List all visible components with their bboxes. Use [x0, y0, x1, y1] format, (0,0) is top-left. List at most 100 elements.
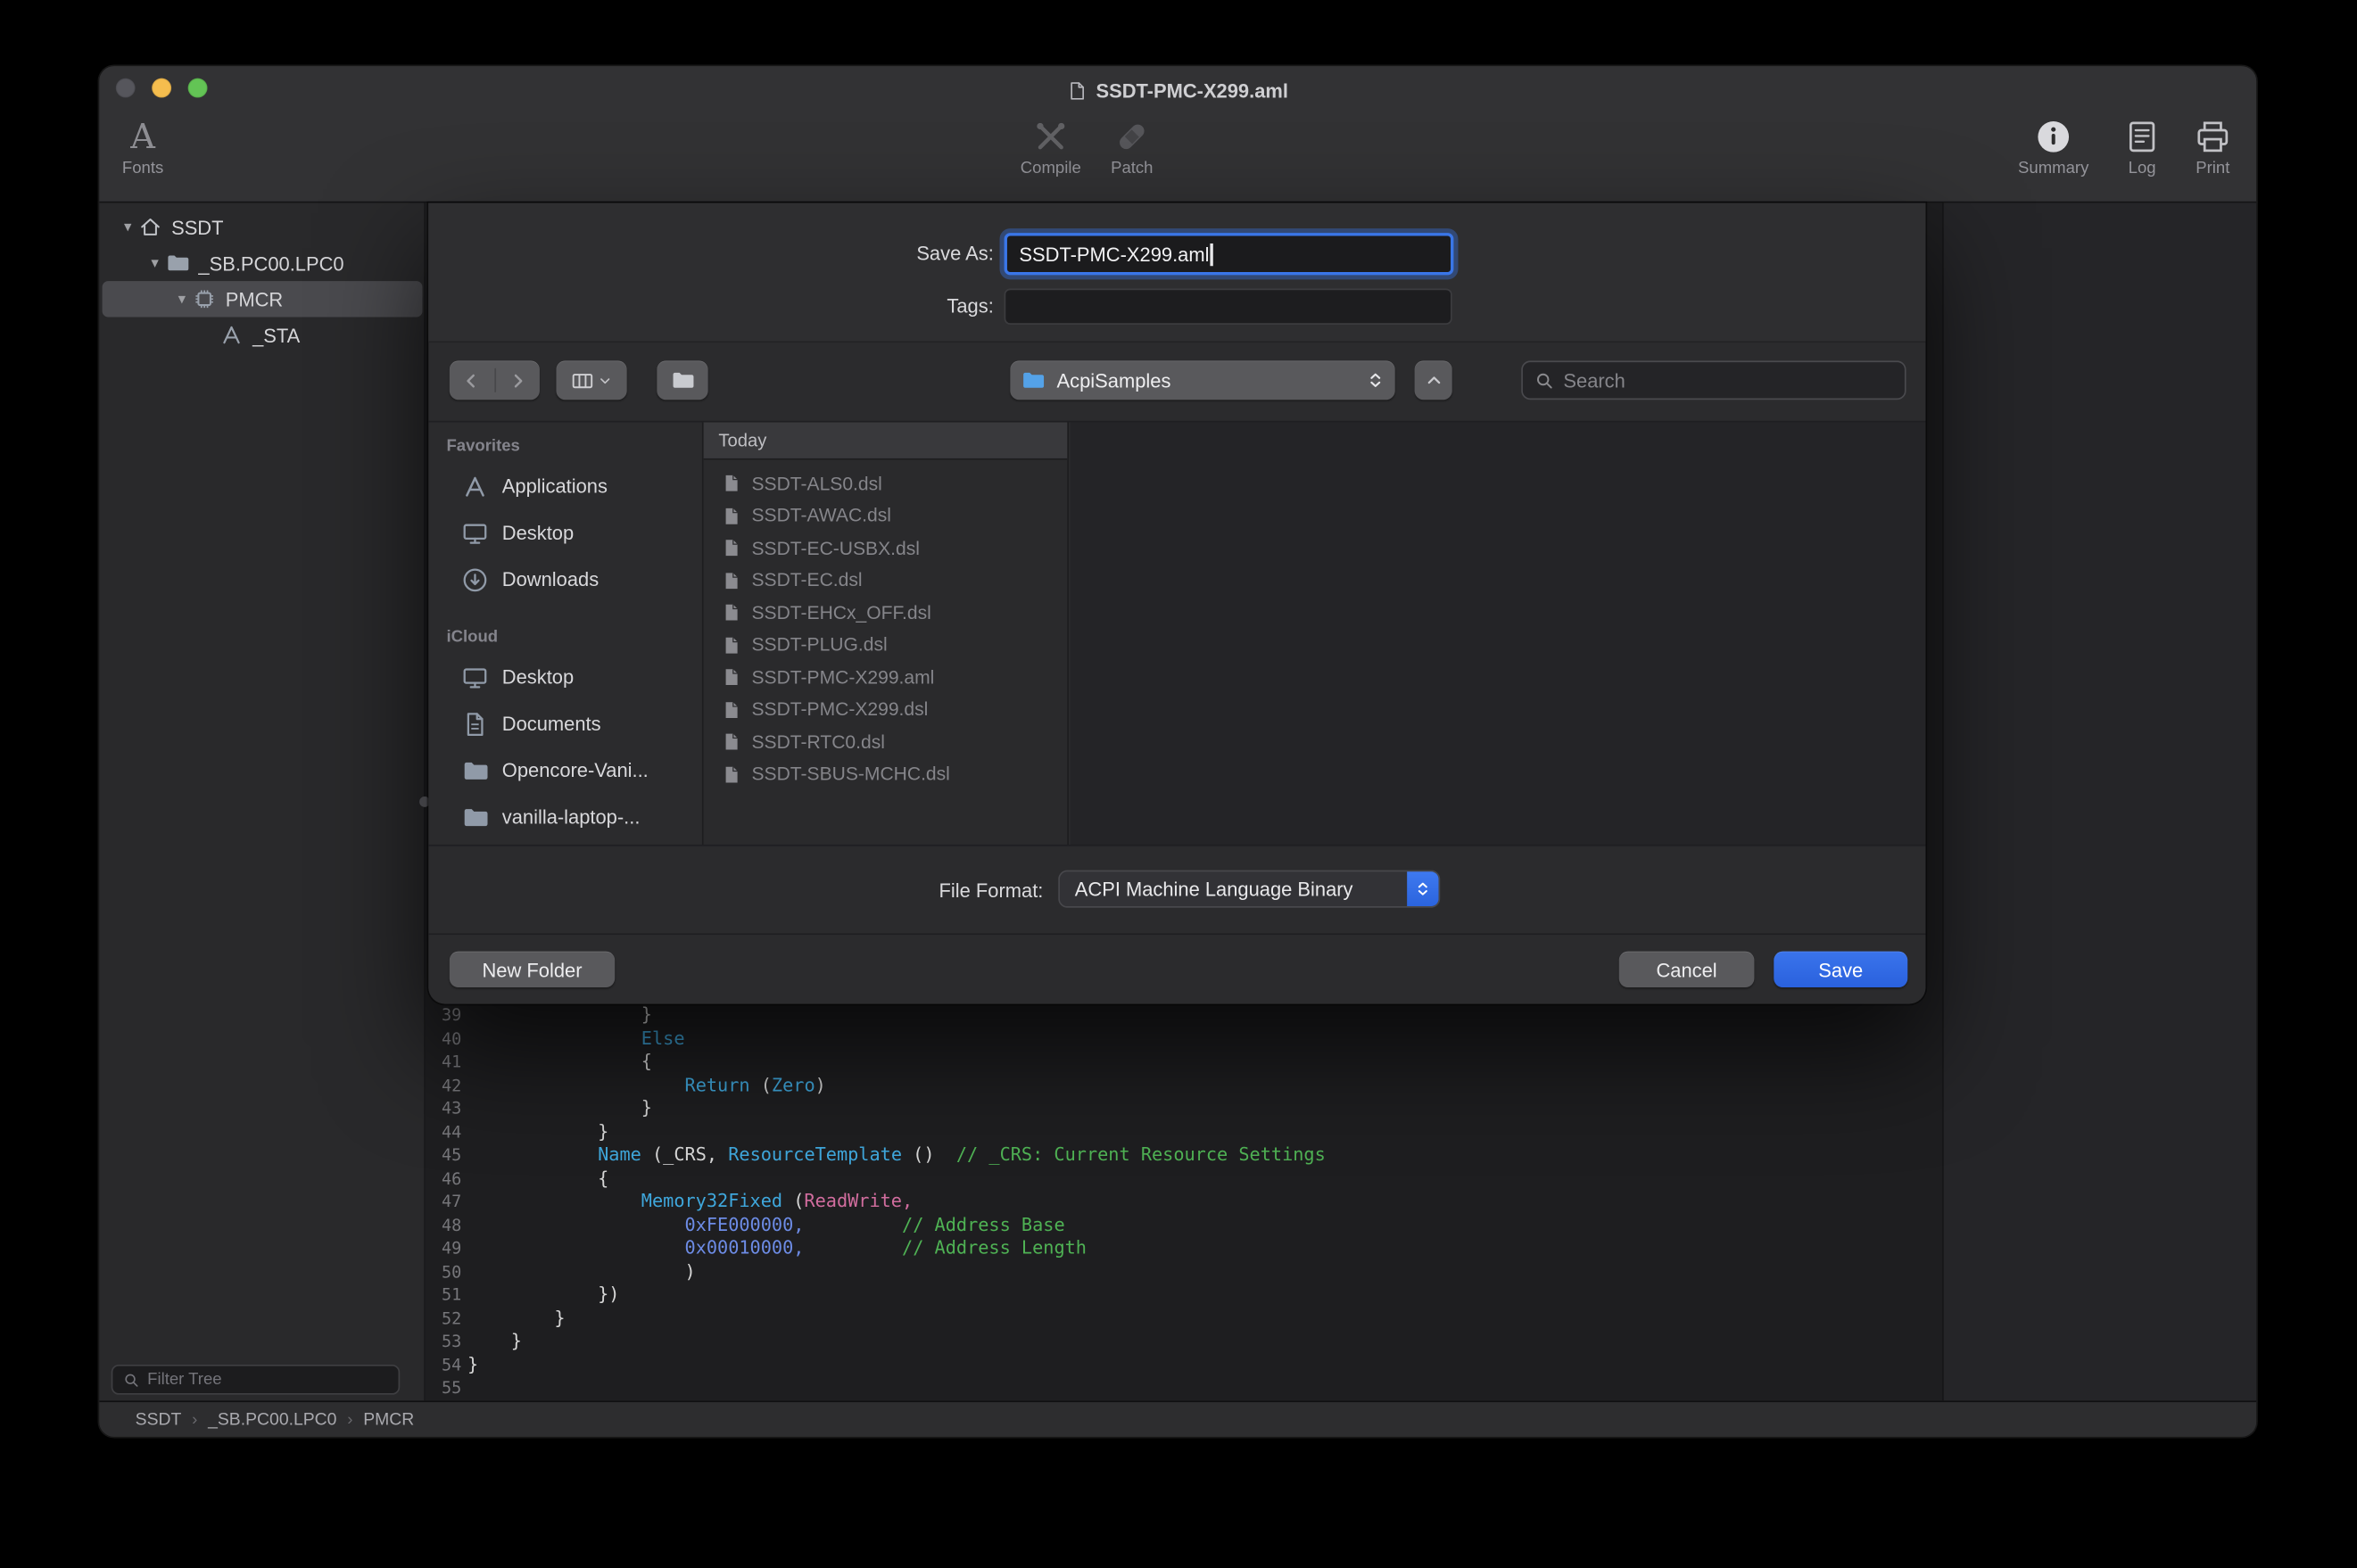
code-text: }	[461, 1307, 565, 1330]
text-caret	[1211, 243, 1213, 265]
popup-cap	[1407, 871, 1438, 908]
line-number: 40	[426, 1027, 461, 1051]
location-value: AcpiSamples	[1057, 369, 1355, 392]
tree-item-_SB.PC00.LPC0[interactable]: ▾ _SB.PC00.LPC0	[103, 245, 423, 281]
file-icon	[722, 539, 741, 558]
fonts-button[interactable]: A Fonts	[99, 117, 187, 198]
code-lines: 39 }40 Else41 {42 Return (Zero)43 }44 }4…	[426, 1004, 1942, 1400]
folder-button[interactable]	[657, 360, 707, 400]
code-text: }	[461, 1004, 652, 1027]
tree-item-SSDT[interactable]: ▾SSDT	[103, 209, 423, 244]
chevron-up-down-icon	[1367, 370, 1385, 392]
new-folder-button[interactable]: New Folder	[450, 952, 615, 987]
summary-button[interactable]: Summary	[2008, 117, 2098, 198]
file-name: SSDT-EHCx_OFF.dsl	[752, 602, 931, 623]
places-group-header: Favorites	[428, 430, 702, 463]
file-row[interactable]: SSDT-ALS0.dsl	[704, 467, 1068, 499]
disclosure-triangle-icon[interactable]: ▾	[145, 255, 166, 272]
code-line: 50 )	[426, 1260, 1942, 1283]
breadcrumb-item[interactable]: _SB.PC00.LPC0	[208, 1410, 336, 1428]
sidebar-item-desktop[interactable]: Desktop	[428, 509, 702, 556]
title-bar: SSDT-PMC-X299.aml A Fonts Compile Patch …	[99, 66, 2256, 202]
code-text: }	[461, 1330, 522, 1353]
print-icon	[2193, 117, 2232, 156]
file-browser-column: Today SSDT-ALS0.dsl SSDT-AWAC.dsl SSDT-EC-…	[704, 422, 1069, 844]
compile-button[interactable]: Compile	[1005, 117, 1096, 198]
file-name: SSDT-PMC-X299.aml	[752, 667, 935, 689]
file-row[interactable]: SSDT-EC.dsl	[704, 565, 1068, 597]
file-row[interactable]: SSDT-PMC-X299.dsl	[704, 694, 1068, 726]
save-button[interactable]: Save	[1774, 952, 1907, 987]
search-field[interactable]: Search	[1521, 360, 1906, 400]
parent-folder-button[interactable]	[1415, 360, 1452, 400]
places-sidebar: FavoritesApplicationsDesktopDownloadsiCl…	[428, 422, 703, 844]
view-mode-button[interactable]	[556, 360, 626, 400]
tree-item-_STA[interactable]: _STA	[103, 318, 423, 353]
file-row[interactable]: SSDT-AWAC.dsl	[704, 499, 1068, 532]
code-line: 44 }	[426, 1120, 1942, 1143]
line-number: 42	[426, 1074, 461, 1097]
patch-button[interactable]: Patch	[1087, 117, 1177, 198]
ssdt-tree: ▾SSDT▾_SB.PC00.LPC0▾PMCR_STA	[99, 209, 426, 353]
file-row[interactable]: SSDT-SBUS-MCHC.dsl	[704, 758, 1068, 790]
cancel-button[interactable]: Cancel	[1619, 952, 1755, 987]
sidebar-item-documents[interactable]: Documents	[428, 700, 702, 747]
blue-folder-icon	[1021, 368, 1045, 392]
code-line: 53 }	[426, 1330, 1942, 1353]
history-nav-group	[450, 360, 540, 400]
file-group-label: Today	[718, 430, 766, 451]
line-number: 41	[426, 1051, 461, 1074]
line-number: 44	[426, 1120, 461, 1143]
svg-text:A: A	[129, 117, 156, 156]
file-row[interactable]: SSDT-PLUG.dsl	[704, 629, 1068, 661]
file-row[interactable]: SSDT-EHCx_OFF.dsl	[704, 597, 1068, 629]
sidebar-item-desktop[interactable]: Desktop	[428, 654, 702, 700]
code-text: }	[461, 1097, 652, 1120]
file-row[interactable]: SSDT-PMC-X299.aml	[704, 661, 1068, 693]
ssdt-tree-pane: ▾SSDT▾_SB.PC00.LPC0▾PMCR_STA Filter Tree	[99, 202, 426, 1400]
folder-icon	[165, 251, 189, 275]
tree-item-PMCR[interactable]: ▾PMCR	[103, 281, 423, 317]
desktop-icon	[461, 519, 488, 546]
log-label: Log	[2129, 161, 2156, 177]
patch-label: Patch	[1111, 161, 1153, 177]
breadcrumb-separator-icon: ›	[192, 1410, 197, 1428]
line-number: 39	[426, 1004, 461, 1027]
code-text: {	[461, 1167, 608, 1190]
file-row[interactable]: SSDT-EC-USBX.dsl	[704, 532, 1068, 564]
sidebar-item-opencore-vani-[interactable]: Opencore-Vani...	[428, 747, 702, 793]
disclosure-triangle-icon[interactable]: ▾	[117, 219, 138, 235]
file-name: SSDT-SBUS-MCHC.dsl	[752, 763, 950, 785]
location-popup[interactable]: AcpiSamples	[1010, 360, 1394, 400]
filter-tree-placeholder: Filter Tree	[147, 1371, 221, 1389]
forward-button[interactable]	[495, 360, 540, 400]
code-text	[461, 1376, 467, 1399]
file-icon	[722, 700, 741, 720]
screen: SSDT-PMC-X299.aml A Fonts Compile Patch …	[0, 0, 2357, 1567]
sidebar-item-label: Desktop	[502, 522, 574, 544]
code-text: Name (_CRS, ResourceTemplate () // _CRS:…	[461, 1143, 1325, 1167]
tree-item-label: _SB.PC00.LPC0	[198, 252, 343, 274]
disclosure-triangle-icon[interactable]: ▾	[171, 291, 193, 308]
breadcrumb-item[interactable]: PMCR	[363, 1410, 414, 1428]
file-icon	[722, 571, 741, 590]
back-button[interactable]	[450, 360, 494, 400]
filter-tree-field[interactable]: Filter Tree	[112, 1365, 401, 1395]
save-as-input[interactable]: SSDT-PMC-X299.aml	[1005, 233, 1454, 275]
sidebar-item-applications[interactable]: Applications	[428, 463, 702, 509]
file-format-popup[interactable]: ACPI Machine Language Binary	[1058, 871, 1440, 908]
line-number: 53	[426, 1330, 461, 1353]
sidebar-item-vanilla-laptop-[interactable]: vanilla-laptop-...	[428, 794, 702, 840]
file-name: SSDT-AWAC.dsl	[752, 506, 891, 527]
code-line: 41 {	[426, 1051, 1942, 1074]
print-button[interactable]: Print	[2168, 117, 2256, 198]
code-line: 55	[426, 1376, 1942, 1399]
code-line: 43 }	[426, 1097, 1942, 1120]
sidebar-item-label: Documents	[502, 713, 601, 735]
sidebar-item-downloads[interactable]: Downloads	[428, 556, 702, 602]
tags-input[interactable]	[1005, 289, 1452, 325]
editor-side-area	[1942, 202, 2256, 1400]
file-row[interactable]: SSDT-RTC0.dsl	[704, 726, 1068, 758]
breadcrumb-item[interactable]: SSDT	[136, 1410, 182, 1428]
line-number: 55	[426, 1376, 461, 1399]
